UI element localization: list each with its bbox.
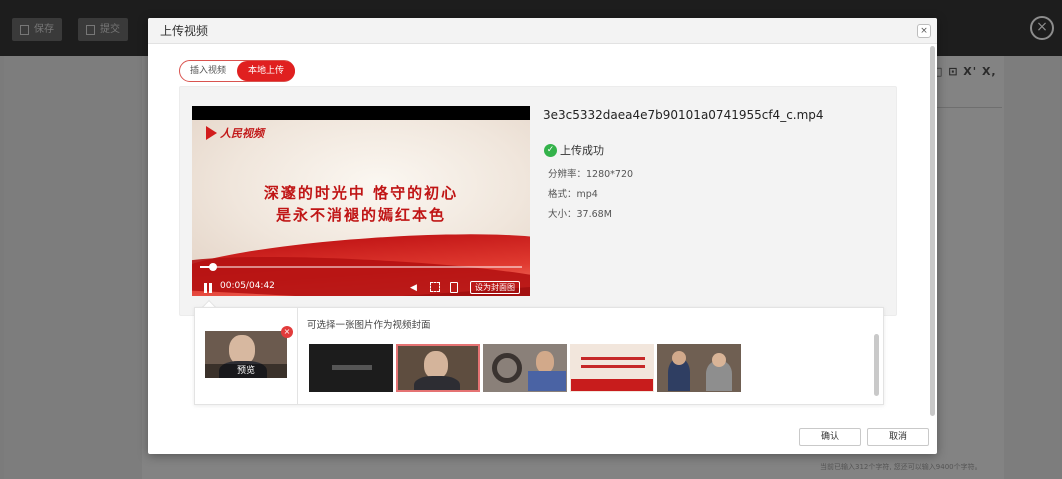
tab-local-upload[interactable]: 本地上传 — [237, 61, 295, 81]
thumb-red-title[interactable] — [570, 344, 654, 392]
cover-hint: 可选择一张图片作为视频封面 — [307, 320, 431, 331]
thumb-dark-title[interactable] — [309, 344, 393, 392]
dialog-header: 上传视频 × — [148, 18, 937, 44]
file-resolution: 分辨率：1280*720 — [548, 169, 634, 180]
thumb-title-line — [581, 357, 645, 360]
cover-preview-label: 预览 — [205, 364, 287, 378]
file-format: 格式：mp4 — [548, 189, 598, 200]
save-label: 保存 — [34, 24, 54, 35]
check-circle-icon: ✓ — [544, 144, 557, 157]
video-logo-text: 人民视频 — [220, 127, 264, 140]
dialog-close-icon[interactable]: × — [917, 24, 931, 38]
save-button[interactable]: 保存 — [12, 18, 62, 41]
dialog-scrollbar[interactable] — [930, 46, 935, 416]
app-close-icon[interactable]: × — [1030, 16, 1054, 40]
video-frame: 人民视频 深邃的时光中 恪守的初心 是永不消褪的嫣红本色 — [192, 120, 530, 296]
submit-button[interactable]: 提交 — [78, 18, 128, 41]
volume-icon[interactable]: ◀ — [410, 283, 417, 293]
thumb-body — [414, 376, 460, 390]
film-reel-icon — [492, 353, 522, 383]
tab-insert-video[interactable]: 插入视频 — [180, 61, 236, 81]
word-count: 当前已输入312个字符, 您还可以输入9400个字符。 — [820, 463, 982, 471]
cover-picker: 预览 × 可选择一张图片作为视频封面 — [194, 307, 884, 405]
thumb-title-line — [581, 365, 645, 368]
cancel-button[interactable]: 取消 — [867, 428, 929, 446]
thumb-film-reel[interactable] — [483, 344, 567, 392]
video-time: 00:05/04:42 — [220, 281, 275, 291]
upload-tabs: 插入视频 本地上传 — [179, 60, 295, 82]
thumb-face — [672, 351, 686, 365]
cover-preview-area: 预览 × — [195, 308, 298, 404]
thumb-face — [536, 351, 554, 373]
thumb-two-people[interactable] — [657, 344, 741, 392]
editor-toolbar[interactable]: □ ⊡ X' X, — [932, 60, 1002, 84]
video-progress-handle[interactable] — [208, 263, 217, 271]
dialog-title: 上传视频 — [160, 24, 209, 38]
cover-preview: 预览 — [205, 331, 287, 378]
video-caption-line2: 是永不消褪的嫣红本色 — [275, 206, 446, 224]
cover-thumbnail-list — [309, 344, 749, 392]
thumb-face — [424, 351, 448, 379]
thumb-face — [712, 353, 726, 367]
thumb-speaker[interactable] — [396, 344, 480, 392]
confirm-button[interactable]: 确认 — [799, 428, 861, 446]
thumb-body — [528, 371, 566, 391]
upload-video-dialog: 上传视频 × 插入视频 本地上传 人民视频 深邃的时光中 恪守的初心 是永不消褪… — [148, 18, 937, 454]
save-icon — [20, 25, 29, 35]
pause-icon[interactable] — [204, 283, 212, 293]
video-controls: 00:05/04:42 ◀ 设为封面图 — [192, 280, 530, 296]
set-cover-button[interactable]: 设为封面图 — [470, 281, 520, 294]
editor-toolbar-divider — [930, 107, 1002, 108]
video-caption-line1: 深邃的时光中 恪守的初心 — [263, 184, 459, 202]
video-player[interactable]: 人民视频 深邃的时光中 恪守的初心 是永不消褪的嫣红本色 00:05/04:42… — [192, 106, 530, 296]
video-logo-icon — [206, 126, 217, 140]
fullscreen-icon[interactable] — [430, 282, 440, 292]
file-size: 大小：37.68M — [548, 209, 612, 220]
file-name: 3e3c5332daea4e7b90101a0741955cf4_c.mp4 — [543, 108, 824, 122]
thumb-red-wave — [571, 379, 653, 391]
submit-icon — [86, 25, 95, 35]
submit-label: 提交 — [100, 24, 120, 35]
upload-status-text: 上传成功 — [560, 144, 604, 157]
screenshot-icon[interactable] — [450, 282, 458, 293]
cover-picker-scrollbar[interactable] — [874, 334, 879, 396]
thumb-title-bar — [332, 365, 372, 370]
video-progress-bar[interactable] — [200, 263, 522, 271]
remove-cover-icon[interactable]: × — [281, 326, 293, 338]
